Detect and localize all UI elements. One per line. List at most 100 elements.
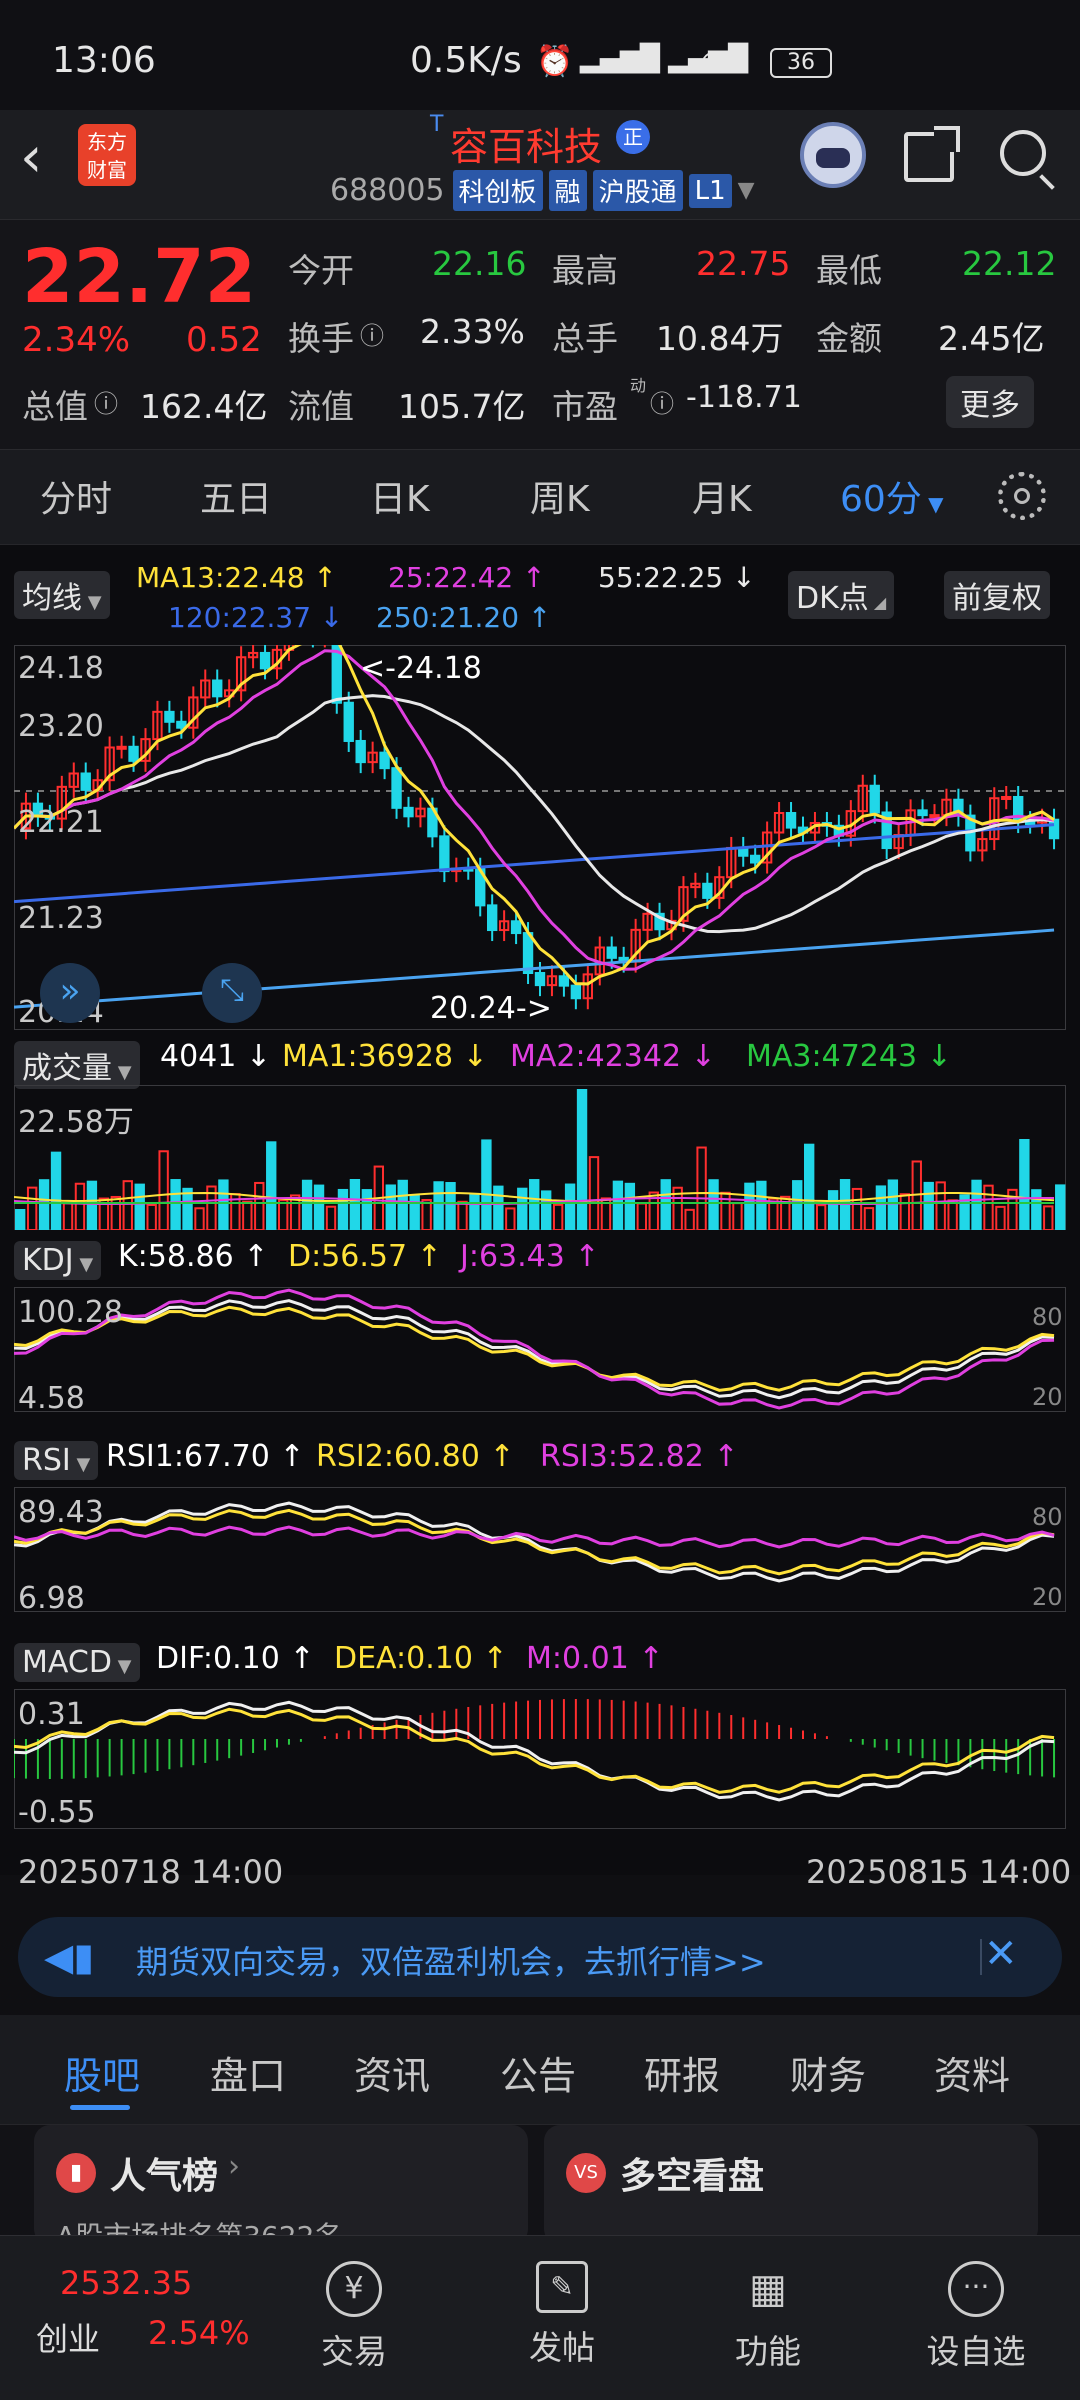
alarm-icon: ⏰ (536, 44, 574, 79)
volume-bar (636, 1202, 648, 1230)
tab-guba[interactable]: 股吧 (64, 2045, 140, 2100)
amount-value: 2.45亿 (938, 319, 1045, 358)
volume-bar (552, 1203, 564, 1230)
volume-bar (983, 1184, 994, 1230)
stock-tags: 688005 科创板 融 沪股通 L1 ▼ (330, 170, 755, 211)
t-mark: T (430, 112, 444, 137)
volume-bar (134, 1183, 145, 1230)
search-icon[interactable] (1000, 130, 1055, 190)
tab-finance[interactable]: 财务 (790, 2045, 866, 2100)
volume-bar (385, 1184, 396, 1230)
ma120-legend: 120:22.37 ↓ (168, 601, 344, 634)
candle-body (128, 745, 139, 762)
tab-weekly[interactable]: 周K (530, 470, 590, 522)
divider (980, 1939, 982, 1975)
rsi-bottom-label: 6.98 (18, 1581, 85, 1616)
volume-bar (899, 1193, 911, 1230)
fullscreen-icon[interactable]: ⤡ (202, 963, 262, 1023)
bull-bear-card[interactable]: VS 多空看盘 (544, 2125, 1038, 2245)
volume-bar (995, 1205, 1006, 1230)
volume-bar (863, 1207, 875, 1230)
volume-bar (576, 1089, 588, 1230)
rsi1-legend: RSI1:67.70 ↑ (106, 1439, 305, 1474)
nav-post[interactable]: ✎ 发帖 (502, 2261, 622, 2369)
float-value: 105.7亿 (398, 387, 526, 426)
more-button[interactable]: 更多 (946, 376, 1034, 428)
candle-body (570, 984, 582, 1000)
candle-body (510, 920, 522, 935)
volume-bar (469, 1192, 480, 1230)
volume-bar (50, 1151, 62, 1230)
candle-body (80, 772, 91, 791)
volume-value: 10.84万 (656, 319, 784, 358)
macd-selector[interactable]: MACD ▼ (14, 1643, 140, 1682)
volume-bar (433, 1181, 444, 1230)
volume-bar (421, 1199, 432, 1230)
expand-icon[interactable]: » (40, 963, 100, 1023)
tab-monthly[interactable]: 月K (692, 470, 752, 522)
tab-announcement[interactable]: 公告 (500, 2045, 576, 2100)
popularity-card[interactable]: ▮ 人气榜 › A股市场排名第3622名 (34, 2125, 528, 2245)
gear-icon[interactable] (998, 472, 1046, 520)
volume-selector[interactable]: 成交量 ▼ (14, 1041, 140, 1089)
tag-connect: 沪股通 (592, 170, 683, 211)
chart-icon: ▮ (56, 2153, 96, 2193)
pe-value: -118.71 (686, 380, 802, 415)
macd-dea: DEA:0.10 ↑ (334, 1641, 508, 1676)
stock-code: 688005 (330, 173, 445, 208)
popularity-title: 人气榜 (110, 2156, 219, 2197)
tab-intraday[interactable]: 分时 (40, 470, 112, 522)
ma-selector[interactable]: 均线 ▼ (14, 571, 110, 619)
rsi-selector[interactable]: RSI ▼ (14, 1441, 99, 1480)
volume-bar (839, 1179, 851, 1230)
index-pct[interactable]: 2.54% (148, 2314, 250, 2352)
back-icon[interactable]: ‹ (20, 130, 42, 186)
index-name[interactable]: 创业 (36, 2314, 100, 2360)
tab-indicator (70, 2105, 130, 2110)
candle-body (355, 739, 366, 764)
stock-name[interactable]: 容百科技 (450, 116, 602, 171)
dk-point-button[interactable]: DK点 ◢ (788, 571, 895, 619)
share-icon[interactable] (904, 126, 960, 182)
y-label-max: 24.18 (18, 651, 104, 686)
nav-functions[interactable]: ▦ 功能 (708, 2261, 828, 2373)
robot-avatar-icon[interactable] (800, 122, 866, 188)
volume-ma3: MA3:47243 ↓ (746, 1039, 952, 1074)
time-start: 20250718 14:00 (18, 1853, 284, 1891)
tab-five-day[interactable]: 五日 (200, 470, 272, 522)
volume-bar (325, 1205, 337, 1230)
tab-research[interactable]: 研报 (644, 2045, 720, 2100)
ad-banner[interactable]: ◀▮ 期货双向交易，双倍盈利机会，去抓行情>> ✕ (18, 1917, 1062, 1997)
bull-bear-title: 多空看盘 (620, 2156, 765, 2197)
candle-body (439, 835, 450, 873)
fq-button[interactable]: 前复权 (944, 571, 1050, 619)
nav-add-watchlist[interactable]: ··· 设自选 (916, 2261, 1036, 2373)
close-icon[interactable]: ✕ (984, 1931, 1018, 1977)
kdj-selector[interactable]: KDJ ▼ (14, 1241, 102, 1280)
volume-bar (278, 1199, 289, 1230)
volume-bar (1019, 1139, 1030, 1230)
tab-profile[interactable]: 资料 (934, 2045, 1010, 2100)
volume-bar (361, 1189, 373, 1230)
tab-daily[interactable]: 日K (370, 470, 430, 522)
edit-icon: ✎ (536, 2261, 588, 2313)
volume-bar (242, 1200, 253, 1230)
volume-bar (158, 1150, 169, 1230)
app-logo[interactable]: 东方 财富 (78, 124, 136, 186)
pe-sup: 动 (630, 376, 647, 395)
volume-bar (254, 1181, 265, 1230)
low-annotation: 20.24-> (430, 991, 552, 1026)
nav-trade[interactable]: ¥ 交易 (294, 2261, 414, 2373)
tab-pankou[interactable]: 盘口 (210, 2045, 286, 2100)
volume-current: 4041 ↓ (160, 1039, 272, 1074)
volume-bar (182, 1187, 193, 1230)
volume-bar (74, 1182, 86, 1230)
index-value[interactable]: 2532.35 (60, 2264, 192, 2302)
candle-body (917, 809, 928, 817)
time-end: 20250815 14:00 (806, 1853, 1072, 1891)
volume-bar (851, 1187, 863, 1230)
tab-60min[interactable]: 60分 ▼ (840, 470, 944, 522)
candle-body (702, 882, 713, 899)
tab-news[interactable]: 资讯 (354, 2045, 430, 2100)
ad-text[interactable]: 期货双向交易，双倍盈利机会，去抓行情>> (136, 1937, 766, 1983)
